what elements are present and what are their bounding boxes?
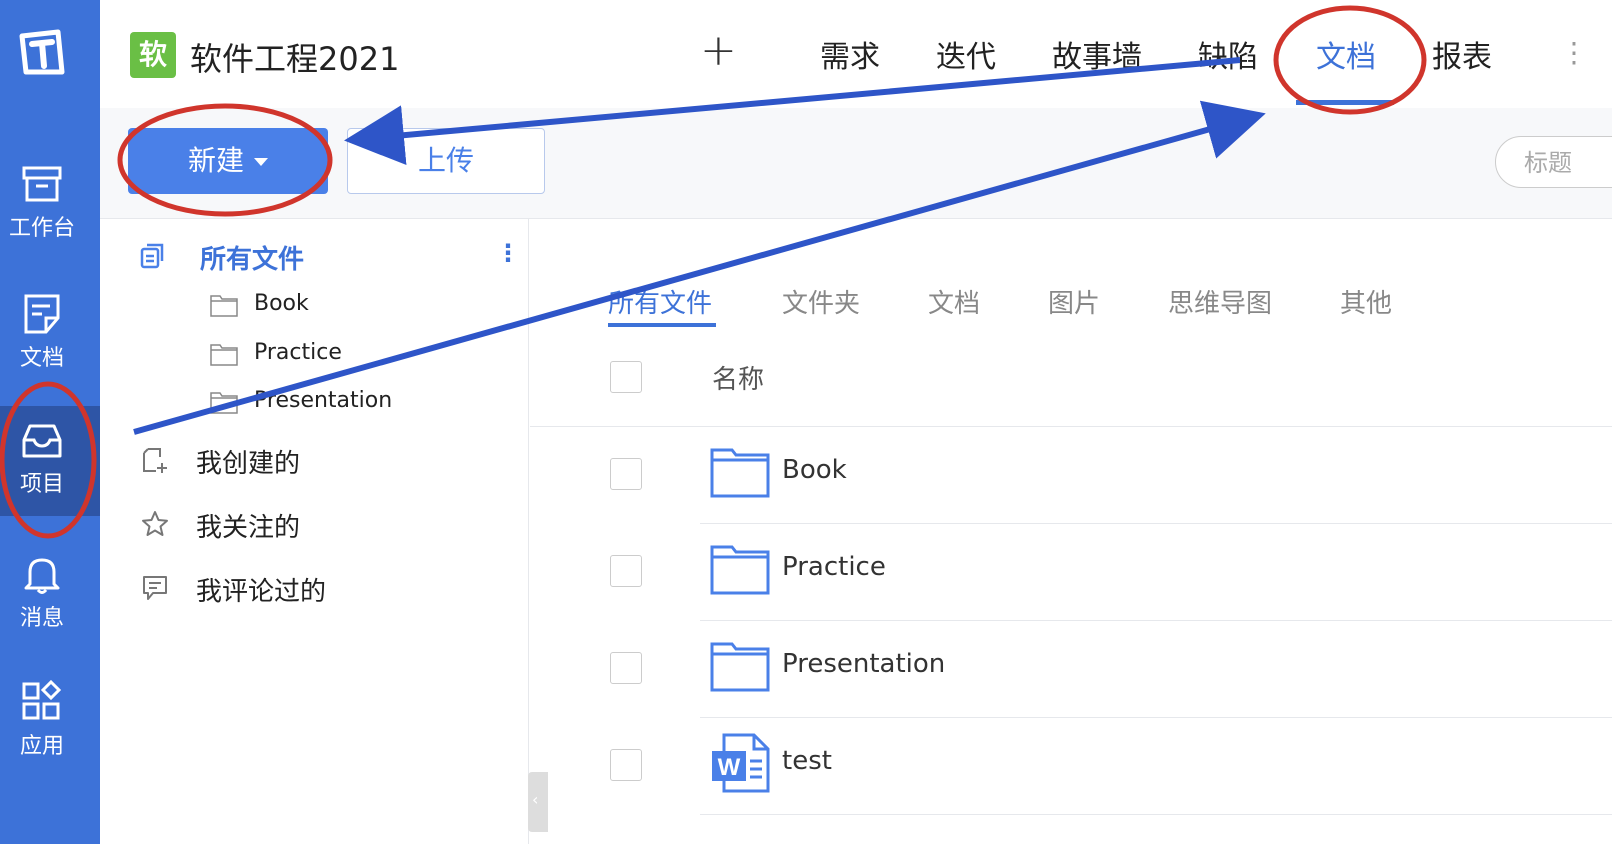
folder-icon xyxy=(210,295,238,317)
tree-folder-label: Presentation xyxy=(254,388,393,413)
column-header-name[interactable]: 名称 xyxy=(712,359,764,396)
app-logo-icon[interactable] xyxy=(18,28,66,76)
file-add-icon xyxy=(143,448,167,473)
folder-icon xyxy=(710,545,770,595)
rail-item-workbench[interactable]: 工作台 xyxy=(0,150,100,260)
upload-button[interactable]: 上传 xyxy=(347,128,545,194)
tree-folder-label: Book xyxy=(254,291,309,316)
tree-folder-practice[interactable]: Practice xyxy=(210,338,510,374)
top-header: 软 软件工程2021 + 需求 迭代 故事墙 缺陷 文档 报表 ⋮ xyxy=(100,0,1612,108)
divider xyxy=(700,523,1612,524)
apps-grid-icon xyxy=(22,680,62,720)
divider xyxy=(700,620,1612,621)
row-checkbox[interactable] xyxy=(610,555,642,587)
tree-label: 我关注的 xyxy=(196,513,301,543)
filter-tab-all[interactable]: 所有文件 xyxy=(608,283,712,320)
search-input[interactable]: 标题 xyxy=(1495,136,1612,188)
divider xyxy=(700,814,1612,815)
folder-icon xyxy=(710,448,770,498)
nav-tab-docs[interactable]: 文档 xyxy=(1316,32,1376,76)
files-icon xyxy=(140,243,164,269)
archive-icon xyxy=(22,166,62,202)
filter-tab-images[interactable]: 图片 xyxy=(1048,283,1100,320)
star-icon xyxy=(142,511,168,536)
file-name[interactable]: Book xyxy=(782,455,847,485)
nav-tab-defects[interactable]: 缺陷 xyxy=(1198,32,1258,76)
tree-label: 我评论过的 xyxy=(196,577,327,607)
tree-item-created-by-me[interactable]: 我创建的 xyxy=(138,443,498,483)
filter-tab-other[interactable]: 其他 xyxy=(1340,283,1392,320)
folder-icon xyxy=(210,392,238,414)
row-checkbox[interactable] xyxy=(610,652,642,684)
more-icon[interactable]: ⋮ xyxy=(1560,36,1588,69)
folder-tree: 所有文件 ⋮ Book Practice Presentation 我创建的 我… xyxy=(100,219,529,844)
file-name[interactable]: Practice xyxy=(782,552,886,582)
rail-label: 工作台 xyxy=(8,216,75,241)
filter-active-underline xyxy=(608,323,716,327)
nav-active-underline xyxy=(1296,100,1394,105)
caret-down-icon xyxy=(254,158,268,166)
file-name[interactable]: test xyxy=(782,746,832,776)
document-icon xyxy=(24,294,60,334)
tree-label: 我创建的 xyxy=(196,449,301,479)
rail-item-apps[interactable]: 应用 xyxy=(0,668,100,778)
toolbar: 新建 上传 标题 xyxy=(100,108,1612,219)
filter-tab-docs[interactable]: 文档 xyxy=(928,283,980,320)
rail-item-messages[interactable]: 消息 xyxy=(0,540,100,650)
tree-item-followed[interactable]: 我关注的 xyxy=(138,507,498,547)
file-list-panel: 所有文件 文件夹 文档 图片 思维导图 其他 名称 Book Practice … xyxy=(530,219,1612,844)
nav-tab-reports[interactable]: 报表 xyxy=(1432,32,1492,76)
rail-label: 消息 xyxy=(19,606,64,631)
word-document-icon: W xyxy=(712,733,770,793)
svg-text:W: W xyxy=(718,754,741,781)
more-vertical-icon[interactable]: ⋮ xyxy=(496,239,520,267)
divider xyxy=(700,717,1612,718)
row-checkbox[interactable] xyxy=(610,749,642,781)
new-button-label: 新建 xyxy=(187,144,244,177)
filter-tab-folders[interactable]: 文件夹 xyxy=(782,283,860,320)
file-name[interactable]: Presentation xyxy=(782,649,945,679)
project-title[interactable]: 软件工程2021 xyxy=(190,34,399,80)
tree-item-all-files[interactable]: 所有文件 ⋮ xyxy=(138,239,520,279)
nav-tab-requirements[interactable]: 需求 xyxy=(820,32,880,76)
tree-item-commented[interactable]: 我评论过的 xyxy=(138,571,498,611)
select-all-checkbox[interactable] xyxy=(610,361,642,393)
tree-folder-presentation[interactable]: Presentation xyxy=(210,386,510,422)
project-badge: 软 xyxy=(130,32,176,78)
rail-label: 项目 xyxy=(19,472,64,497)
nav-tab-story-wall[interactable]: 故事墙 xyxy=(1052,32,1142,76)
left-rail: 工作台 文档 项目 消息 应用 xyxy=(0,0,100,844)
rail-item-project[interactable]: 项目 xyxy=(0,406,100,516)
divider xyxy=(530,426,1612,427)
comment-icon xyxy=(143,576,167,600)
add-button[interactable]: + xyxy=(700,26,737,76)
rail-label: 文档 xyxy=(19,346,64,371)
folder-icon xyxy=(210,344,238,366)
new-button[interactable]: 新建 xyxy=(128,128,328,194)
rail-item-docs[interactable]: 文档 xyxy=(0,280,100,390)
tree-folder-label: Practice xyxy=(254,340,342,365)
row-checkbox[interactable] xyxy=(610,458,642,490)
filter-tab-mindmaps[interactable]: 思维导图 xyxy=(1168,283,1272,320)
nav-tab-iterations[interactable]: 迭代 xyxy=(936,32,996,76)
rail-label: 应用 xyxy=(19,734,64,759)
bell-icon xyxy=(24,558,60,594)
folder-icon xyxy=(710,642,770,692)
tree-label: 所有文件 xyxy=(200,245,305,275)
inbox-icon xyxy=(22,424,62,458)
tree-folder-book[interactable]: Book xyxy=(210,289,510,325)
